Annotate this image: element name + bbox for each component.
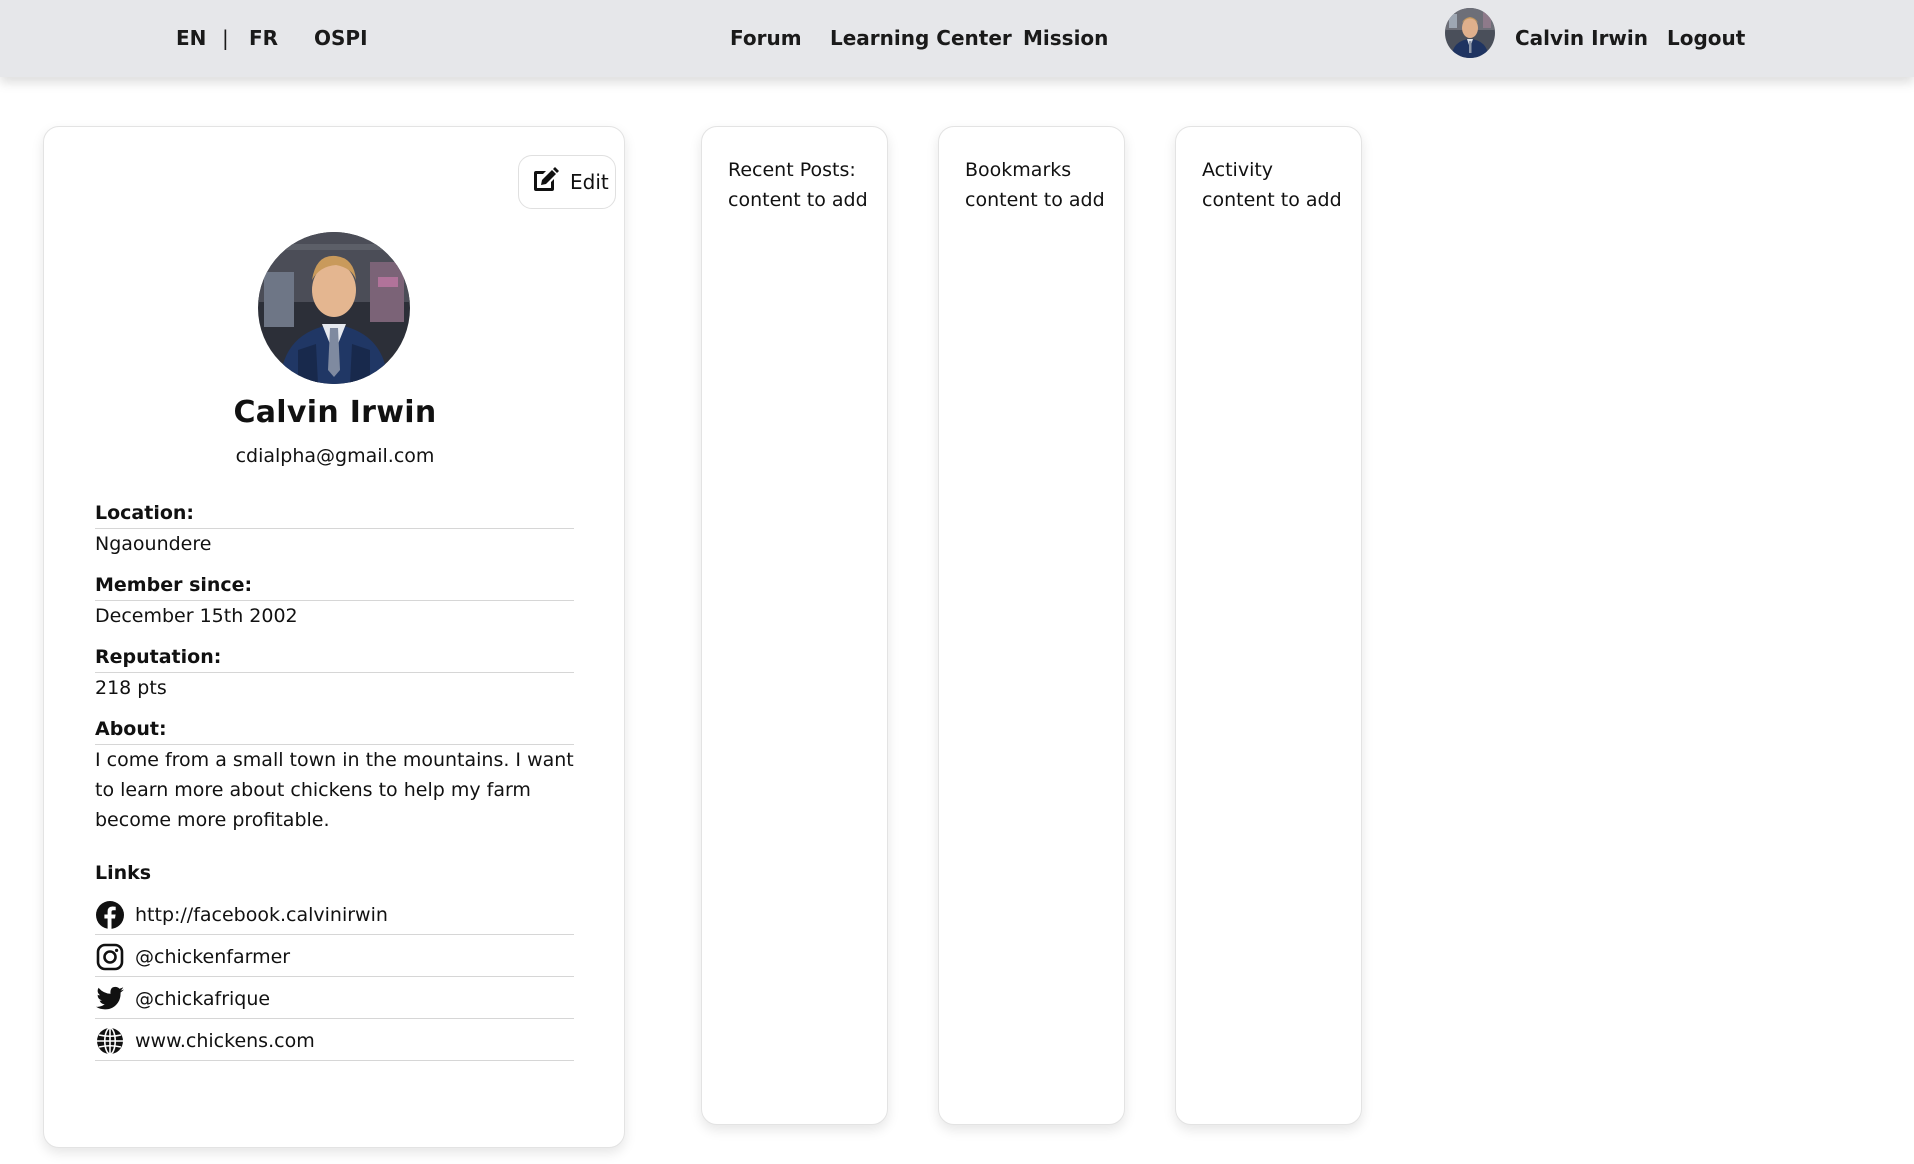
edit-button-label: Edit bbox=[570, 170, 609, 194]
edit-icon bbox=[530, 165, 560, 200]
recent-posts-title: Recent Posts: bbox=[728, 159, 856, 181]
member-since-value: December 15th 2002 bbox=[95, 605, 298, 627]
link-instagram[interactable]: @chickenfarmer bbox=[95, 937, 574, 977]
twitter-icon bbox=[95, 984, 125, 1014]
nav-username-link[interactable]: Calvin Irwin bbox=[1515, 25, 1648, 51]
activity-body: content to add bbox=[1202, 189, 1342, 211]
brand-link[interactable]: OSPI bbox=[314, 25, 368, 51]
edit-profile-button[interactable]: Edit bbox=[518, 155, 616, 209]
reputation-label: Reputation: bbox=[95, 644, 574, 673]
bookmarks-body: content to add bbox=[965, 189, 1105, 211]
bookmarks-card: Bookmarks content to add bbox=[938, 126, 1125, 1125]
link-facebook-text: http://facebook.calvinirwin bbox=[135, 903, 388, 926]
bookmarks-title: Bookmarks bbox=[965, 159, 1072, 181]
about-text: I come from a small town in the mountain… bbox=[95, 749, 574, 831]
nav-learning-center-link[interactable]: Learning Center bbox=[830, 25, 1012, 51]
profile-card: Edit Calvin Irwin cdialpha@gmail.com Loc… bbox=[43, 126, 625, 1148]
user-avatar[interactable] bbox=[1445, 8, 1495, 58]
about-label: About: bbox=[95, 716, 574, 745]
language-fr-link[interactable]: FR bbox=[249, 25, 278, 51]
profile-email: cdialpha@gmail.com bbox=[235, 445, 435, 467]
link-website-text: www.chickens.com bbox=[135, 1029, 315, 1052]
nav-mission-link[interactable]: Mission bbox=[1023, 25, 1108, 51]
globe-icon bbox=[95, 1026, 125, 1056]
link-facebook[interactable]: http://facebook.calvinirwin bbox=[95, 895, 574, 935]
activity-card: Activity content to add bbox=[1175, 126, 1362, 1125]
recent-posts-body: content to add bbox=[728, 189, 868, 211]
link-website[interactable]: www.chickens.com bbox=[95, 1021, 574, 1061]
avatar-photo bbox=[1445, 8, 1495, 58]
links-heading: Links bbox=[95, 862, 152, 884]
recent-posts-content: Recent Posts: content to add bbox=[728, 155, 878, 215]
link-twitter-text: @chickafrique bbox=[135, 987, 271, 1010]
profile-name: Calvin Irwin bbox=[233, 395, 437, 430]
location-label: Location: bbox=[95, 500, 574, 529]
profile-avatar bbox=[258, 232, 410, 384]
activity-title: Activity bbox=[1202, 159, 1274, 181]
facebook-icon bbox=[95, 900, 125, 930]
reputation-value: 218 pts bbox=[95, 677, 167, 699]
language-separator: | bbox=[222, 26, 229, 50]
link-twitter[interactable]: @chickafrique bbox=[95, 979, 574, 1019]
location-value: Ngaoundere bbox=[95, 533, 212, 555]
language-en-link[interactable]: EN bbox=[176, 25, 206, 51]
instagram-icon bbox=[95, 942, 125, 972]
recent-posts-card: Recent Posts: content to add bbox=[701, 126, 888, 1125]
member-since-label: Member since: bbox=[95, 572, 574, 601]
link-instagram-text: @chickenfarmer bbox=[135, 945, 291, 968]
activity-content: Activity content to add bbox=[1202, 155, 1352, 215]
bookmarks-content: Bookmarks content to add bbox=[965, 155, 1115, 215]
logout-link[interactable]: Logout bbox=[1667, 25, 1745, 51]
profile-photo bbox=[258, 232, 410, 384]
top-nav-bar: EN | FR OSPI Forum Learning Center Missi… bbox=[0, 0, 1914, 77]
nav-forum-link[interactable]: Forum bbox=[730, 25, 802, 51]
